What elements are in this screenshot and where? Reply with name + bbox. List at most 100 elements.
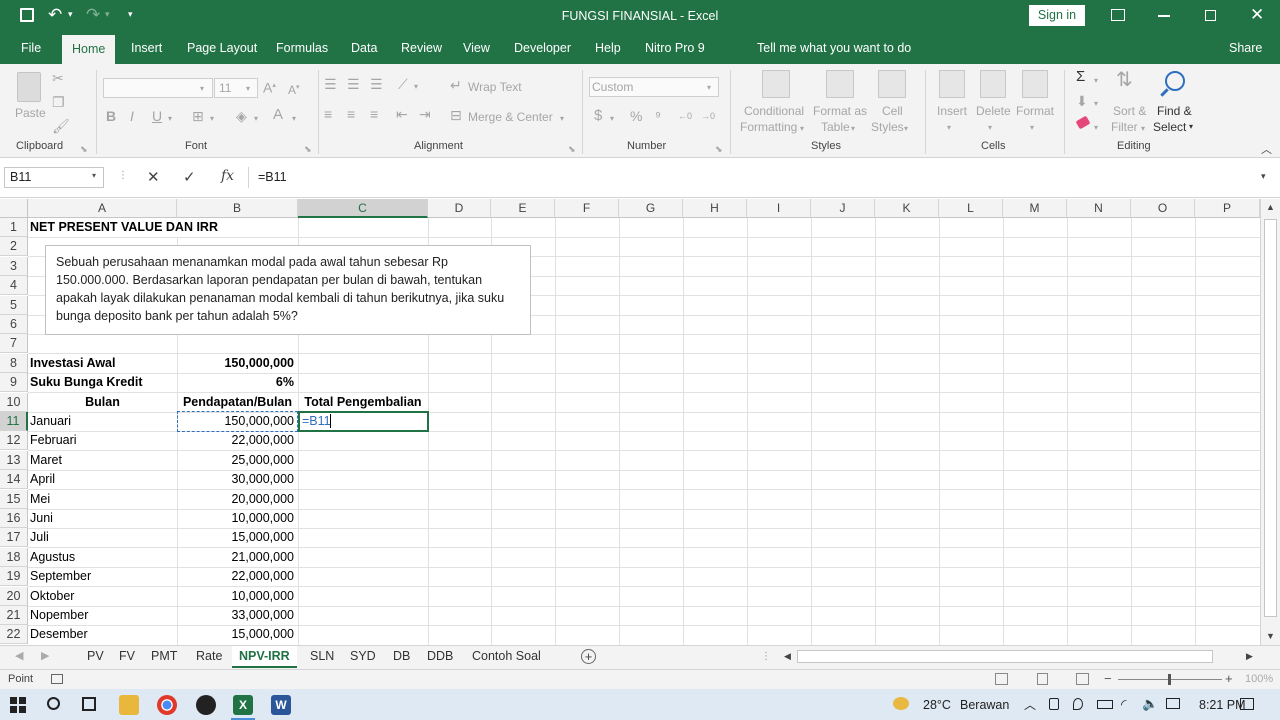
previous-sheet-icon[interactable]: ◀ <box>15 649 23 662</box>
font-size-dropdown-icon[interactable]: ▾ <box>246 81 250 97</box>
cell-a15[interactable]: Mei <box>28 490 52 509</box>
merge-center-icon[interactable]: ⊟ <box>450 107 462 123</box>
excel-taskbar-icon[interactable]: X <box>233 695 253 715</box>
horizontal-scrollbar[interactable]: ◀ ▶ <box>779 648 1260 666</box>
cell-b22[interactable]: 15,000,000 <box>177 625 296 644</box>
row-header-16[interactable]: 16 <box>0 509 28 528</box>
row-header-10[interactable]: 10 <box>0 392 28 412</box>
italic-icon[interactable]: I <box>130 108 134 124</box>
cell-b20[interactable]: 10,000,000 <box>177 587 296 606</box>
cell-b10[interactable]: Pendapatan/Bulan <box>177 393 298 412</box>
clipboard-launcher-icon[interactable]: ⬊ <box>80 141 88 157</box>
align-left-icon[interactable]: ≡ <box>324 106 332 122</box>
row-header-19[interactable]: 19 <box>0 567 28 587</box>
column-header-i[interactable]: I <box>747 199 811 218</box>
column-header-a[interactable]: A <box>28 199 177 218</box>
cell-a8[interactable]: Investasi Awal <box>28 354 117 373</box>
zoom-in-icon[interactable]: + <box>1225 671 1233 686</box>
row-header-3[interactable]: 3 <box>0 256 28 276</box>
find-select-dropdown-icon[interactable]: ▾ <box>1189 122 1193 131</box>
tab-formulas[interactable]: Formulas <box>276 32 328 64</box>
column-header-g[interactable]: G <box>619 199 683 218</box>
autosum-dropdown-icon[interactable]: ▾ <box>1094 73 1098 89</box>
cell-a22[interactable]: Desember <box>28 625 90 644</box>
top-align-icon[interactable]: ☰ <box>324 76 337 92</box>
sort-filter-label-1[interactable]: Sort & <box>1113 104 1146 118</box>
orientation-dropdown-icon[interactable]: ▾ <box>414 79 418 95</box>
cell-a16[interactable]: Juni <box>28 509 55 528</box>
row-header-17[interactable]: 17 <box>0 528 28 548</box>
accounting-format-icon[interactable]: $ <box>594 108 602 124</box>
number-format-dropdown-icon[interactable]: ▾ <box>707 80 711 96</box>
number-launcher-icon[interactable]: ⬊ <box>715 141 723 157</box>
autosum-icon[interactable]: Σ <box>1076 68 1085 85</box>
cell-a9[interactable]: Suku Bunga Kredit <box>28 373 145 392</box>
tell-me-search[interactable]: Tell me what you want to do <box>757 32 911 64</box>
cell-a20[interactable]: Oktober <box>28 587 76 606</box>
clock-time[interactable]: 8:21 PM <box>1199 698 1246 712</box>
close-icon[interactable]: ✕ <box>1250 5 1264 25</box>
decrease-decimal-icon[interactable]: →0 <box>701 108 715 124</box>
percent-style-icon[interactable]: % <box>630 108 642 124</box>
row-header-4[interactable]: 4 <box>0 276 28 296</box>
row-header-20[interactable]: 20 <box>0 586 28 606</box>
comma-style-icon[interactable]: ⁹ <box>655 108 661 124</box>
select-all-corner[interactable] <box>0 199 28 218</box>
copy-icon[interactable]: ❐ <box>52 94 65 110</box>
sheet-tab-pv[interactable]: PV <box>80 646 111 668</box>
active-cell-c11-editor[interactable]: =B11 <box>300 412 333 431</box>
orientation-icon[interactable]: ⟋ <box>398 76 408 92</box>
row-header-5[interactable]: 5 <box>0 295 28 315</box>
cell-a18[interactable]: Agustus <box>28 548 77 567</box>
sheet-tab-sln[interactable]: SLN <box>303 646 341 668</box>
sort-filter-label-2[interactable]: Filter <box>1111 120 1138 134</box>
weather-icon[interactable] <box>893 697 909 710</box>
format-as-table-icon[interactable] <box>826 70 854 98</box>
tab-help[interactable]: Help <box>595 32 621 64</box>
chrome-icon[interactable] <box>157 695 177 715</box>
row-header-11[interactable]: 11 <box>0 412 28 431</box>
tab-data[interactable]: Data <box>351 32 377 64</box>
cell-a21[interactable]: Nopember <box>28 606 90 625</box>
conditional-formatting-label-1[interactable]: Conditional <box>744 104 804 118</box>
column-header-o[interactable]: O <box>1131 199 1195 218</box>
column-header-c[interactable]: C <box>298 199 428 218</box>
row-header-15[interactable]: 15 <box>0 489 28 509</box>
normal-view-icon[interactable] <box>995 673 1008 685</box>
new-sheet-icon[interactable]: + <box>581 649 596 664</box>
row-header-1[interactable]: 1 <box>0 218 28 237</box>
alignment-launcher-icon[interactable]: ⬊ <box>568 141 576 157</box>
merge-center-button[interactable]: Merge & Center <box>468 110 553 124</box>
sheet-tab-pmt[interactable]: PMT <box>144 646 184 668</box>
format-painter-icon[interactable]: 🖌 <box>52 118 70 134</box>
format-cells-label[interactable]: Format <box>1016 104 1054 118</box>
tab-home[interactable]: Home <box>62 35 116 64</box>
format-cells-dropdown-icon[interactable]: ▾ <box>1030 120 1034 136</box>
vertical-scroll-thumb[interactable] <box>1264 219 1277 617</box>
underline-icon[interactable]: U <box>152 108 162 124</box>
cell-a1-heading[interactable]: NET PRESENT VALUE DAN IRR <box>28 218 220 237</box>
wifi-icon[interactable]: ◜ <box>1121 696 1126 713</box>
tab-page-layout[interactable]: Page Layout <box>187 32 257 64</box>
cell-b18[interactable]: 21,000,000 <box>177 548 296 567</box>
vertical-scrollbar[interactable]: ▲ ▼ <box>1260 199 1280 645</box>
cell-c10[interactable]: Total Pengembalian <box>298 393 428 412</box>
tab-developer[interactable]: Developer <box>514 32 571 64</box>
conditional-formatting-label-2[interactable]: Formatting <box>740 120 797 134</box>
font-color-icon[interactable]: A <box>273 107 283 123</box>
page-break-view-icon[interactable] <box>1076 673 1089 685</box>
cell-a10[interactable]: Bulan <box>28 393 177 412</box>
row-header-21[interactable]: 21 <box>0 606 28 625</box>
font-name-dropdown-icon[interactable]: ▾ <box>200 81 204 97</box>
delete-cells-icon[interactable] <box>980 70 1006 98</box>
sort-filter-dropdown-icon[interactable]: ▾ <box>1141 121 1145 137</box>
clear-dropdown-icon[interactable]: ▾ <box>1094 120 1098 136</box>
find-select-label-2[interactable]: Select <box>1153 120 1186 134</box>
row-header-22[interactable]: 22 <box>0 625 28 645</box>
sort-filter-icon[interactable]: ⇅ <box>1116 70 1133 90</box>
minimize-icon[interactable] <box>1158 15 1170 17</box>
column-header-b[interactable]: B <box>177 199 298 218</box>
bottom-align-icon[interactable]: ☰ <box>370 76 383 92</box>
row-header-8[interactable]: 8 <box>0 353 28 373</box>
cell-styles-dropdown-icon[interactable]: ▾ <box>904 121 908 137</box>
